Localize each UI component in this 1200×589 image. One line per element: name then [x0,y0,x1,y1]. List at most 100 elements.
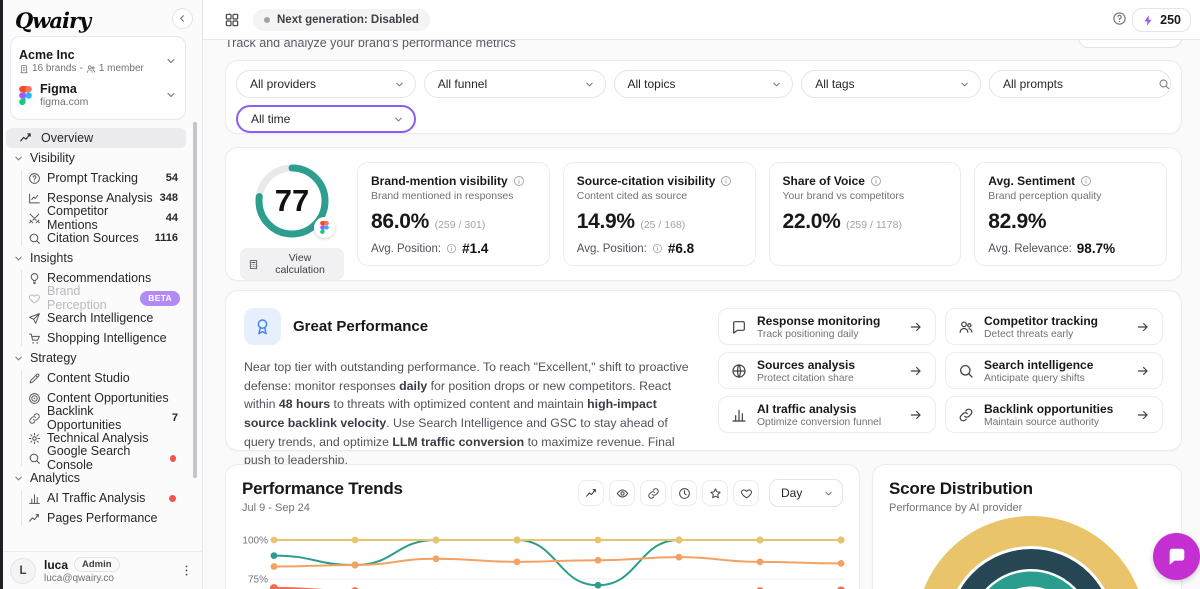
metric-value: 14.9% [576,210,635,233]
filter-time-select[interactable]: All time [236,105,416,133]
chevron-down-icon [13,353,24,364]
info-icon[interactable] [446,243,457,254]
org-switcher[interactable]: Acme Inc 16 brands - 1 member [19,44,177,78]
sidebar-item-brand-perception[interactable]: Brand Perception BETA [0,284,192,312]
sidebar-item-citation-sources[interactable]: Citation Sources 1116 [0,228,192,248]
arrow-right-icon [1136,320,1150,334]
info-icon[interactable] [870,175,882,187]
info-icon[interactable] [1080,175,1092,187]
sidebar-item-overview[interactable]: Overview [6,128,186,148]
metric-title: Brand-mention visibility [371,174,508,188]
action-title: Backlink opportunities [984,401,1114,416]
dots-vertical-icon[interactable] [179,563,194,578]
score-block: 77 View calculation [240,162,344,280]
filter-providers-select[interactable]: All providers [236,70,416,98]
sidebar-item-pages-performance[interactable]: Pages Performance [0,508,192,528]
user-menu[interactable]: L luca Admin luca@qwairy.co [0,551,202,589]
search-icon [958,363,974,379]
dashboard-grid-icon[interactable] [224,12,240,28]
chevron-down-icon [165,89,177,101]
filter-value: All time [251,112,291,126]
sentiment-toggle-button[interactable] [733,480,759,506]
sidebar-section-insights[interactable]: Insights [0,248,192,268]
sidebar-item-content-studio[interactable]: Content Studio [0,368,192,388]
brand-switcher[interactable]: Figma figma.com [19,78,177,112]
insight-text-segment: to threats with optimized content and ma… [330,397,588,412]
citations-toggle-button[interactable] [640,480,666,506]
action-ai-traffic-analysis[interactable]: AI traffic analysis Optimize conversion f… [718,396,936,433]
visibility-toggle-button[interactable] [609,480,635,506]
action-search-intelligence[interactable]: Search intelligence Anticipate query shif… [945,352,1163,389]
scrolled-header-button[interactable] [1078,40,1182,48]
credits-button[interactable]: 250 [1132,8,1191,32]
filter-funnel-select[interactable]: All funnel [423,70,606,98]
action-subtitle: Maintain source authority [984,416,1100,428]
status-dot [264,17,270,23]
page-subtitle: Track and analyze your brand's performan… [225,40,516,50]
link-icon [647,487,660,500]
arrow-right-icon [1136,408,1150,422]
action-subtitle: Optimize conversion funnel [757,416,882,428]
filter-value: All topics [627,77,676,91]
action-title: AI traffic analysis [757,401,857,416]
info-icon[interactable] [652,243,663,254]
period-value: Day [781,486,803,500]
avatar: L [10,557,36,584]
sidebar-collapse-button[interactable] [172,8,193,29]
chevron-down-icon [584,79,595,90]
action-competitor-tracking[interactable]: Competitor tracking Detect threats early [945,308,1163,345]
action-subtitle: Detect threats early [984,328,1074,340]
prompts-search-input[interactable] [1003,77,1158,91]
message-icon [731,319,747,335]
sidebar-section-visibility[interactable]: Visibility [0,148,192,168]
svg-text:75%: 75% [248,575,268,586]
org-members-count: 1 member [98,63,144,74]
search-icon [1158,78,1170,90]
insight-text-bold: 48 hours [278,397,331,412]
sidebar-scrollbar[interactable] [193,122,197,478]
swords-icon [28,212,41,225]
action-response-monitoring[interactable]: Response monitoring Track positioning dai… [718,308,936,345]
history-toggle-button[interactable] [671,480,697,506]
lightbulb-icon [28,272,41,285]
link-icon [958,407,974,423]
metric-title: Avg. Sentiment [988,174,1076,188]
sidebar-item-prompt-tracking[interactable]: Prompt Tracking 54 [0,168,192,188]
section-label: Strategy [30,351,77,365]
period-select[interactable]: Day [769,479,843,507]
info-icon[interactable] [720,175,732,187]
info-icon[interactable] [513,175,525,187]
chevron-down-icon [823,488,834,499]
sidebar-item-google-search-console[interactable]: Google Search Console [0,444,192,472]
metric-card-source-citation: Source-citation visibility Content cited… [562,162,756,266]
sidebar-section-strategy[interactable]: Strategy [0,348,192,368]
heart-icon [740,487,753,500]
sidebar-item-label: Content Studio [47,371,130,385]
building-icon [19,64,29,74]
filter-topics-select[interactable]: All topics [613,70,794,98]
next-generation-badge[interactable]: Next generation: Disabled [253,9,430,31]
chat-widget-button[interactable] [1153,533,1200,580]
sidebar-header: Qwairy [0,0,202,34]
filter-prompts-search[interactable] [989,70,1171,98]
chevron-down-icon [959,79,970,90]
action-backlink-opportunities[interactable]: Backlink opportunities Maintain source au… [945,396,1163,433]
sidebar-item-search-intelligence[interactable]: Search Intelligence [0,308,192,328]
next-generation-label: Next generation: Disabled [277,14,419,26]
trend-line-button[interactable] [578,480,604,506]
view-calculation-button[interactable]: View calculation [240,248,344,280]
sidebar-item-ai-traffic-analysis[interactable]: AI Traffic Analysis [0,488,192,508]
sidebar-item-label: Overview [41,131,94,145]
filter-tags-select[interactable]: All tags [801,70,981,98]
brand-name: Figma [40,82,77,96]
action-sources-analysis[interactable]: Sources analysis Protect citation share [718,352,936,389]
favorites-toggle-button[interactable] [702,480,728,506]
insight-paragraph: Near top tier with outstanding performan… [244,358,696,470]
user-name: luca [44,557,69,572]
sidebar-item-competitor-mentions[interactable]: Competitor Mentions 44 [0,204,192,232]
metric-value: 82.9% [988,210,1047,233]
eye-icon [616,487,629,500]
metric-footer-value: #1.4 [462,241,489,256]
sidebar-item-backlink-opportunities[interactable]: Backlink Opportunities 7 [0,404,192,432]
sidebar-item-shopping-intelligence[interactable]: Shopping Intelligence [0,328,192,348]
